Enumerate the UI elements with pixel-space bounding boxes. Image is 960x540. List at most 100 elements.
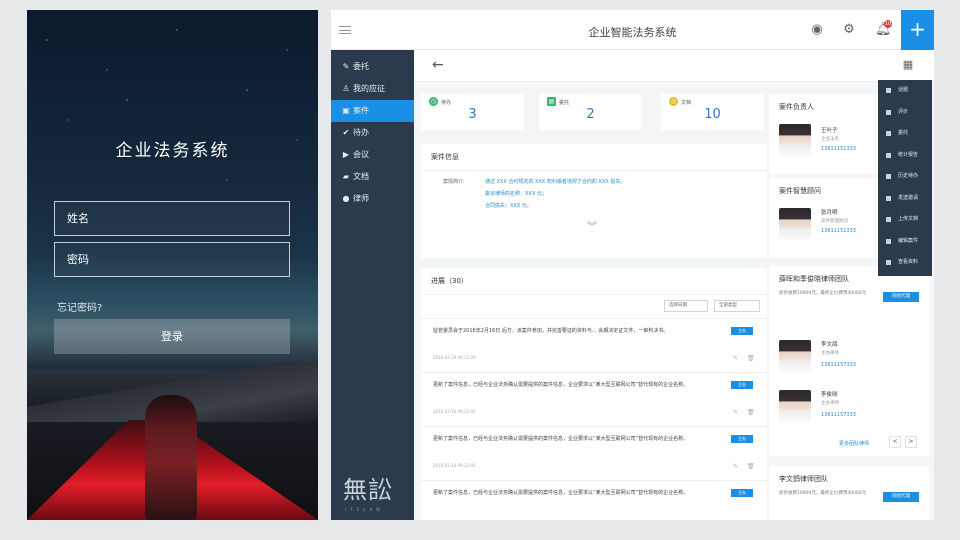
content-toolbar: ← ▦	[414, 50, 934, 82]
sidebar-item-entrust[interactable]: ✎ 委托	[331, 56, 414, 78]
document-icon: ◎	[669, 97, 678, 106]
team-fee-desc: 初步收费10000元，最终止价费用40000元	[779, 491, 867, 496]
stat-card-documents[interactable]: ◎ 文档 10	[661, 94, 764, 130]
sidebar-item-label: 会议	[353, 150, 369, 159]
stat-value: 3	[468, 107, 477, 122]
more-lawyers-link[interactable]: 更多团队律师	[839, 440, 869, 447]
progress-item: 更新了案件信息，已经与企业法务确认需要提供的案件信息，企业要求以“某大型互联网公…	[421, 372, 767, 426]
menu-item-upload-doc[interactable]: 上传文档	[878, 209, 932, 231]
case-brief-line: 委派律师的名称：XXX 元；	[485, 191, 547, 197]
entrust-icon: ▤	[547, 97, 556, 106]
sidebar-item-label: 案件	[353, 106, 369, 115]
stat-label: 委托	[559, 100, 570, 106]
team-agent-button[interactable]: 同组代理	[883, 492, 919, 502]
desktop-app-window: 企业智能法务系统 ◉ ⚙ 🔔︎ 10 + ✎ 委托 ♙ 我的应征 ▣ 案件 ✔ 待办 ▶…	[331, 10, 934, 520]
sidebar-item-lawyers[interactable]: ● 律师	[331, 188, 414, 210]
brand-logo: 無訟	[343, 476, 393, 504]
play-icon: ▶	[342, 150, 350, 159]
mobile-login-screen: 企业法务系统 姓名 密码 忘记密码? 登录	[27, 10, 318, 520]
avatar	[779, 390, 811, 422]
progress-time: 2016-02-16 09:12:46	[433, 463, 476, 468]
avatar	[779, 124, 811, 156]
add-button[interactable]: +	[901, 10, 934, 50]
type-filter[interactable]: 全部类型	[714, 300, 760, 312]
action-dropdown-menu: 话题 评价 委托 统计报告 历史待办 发送邀请 上传文档 编辑案件 查看资料	[878, 80, 932, 276]
status-tag: 主办	[731, 489, 753, 497]
status-tag: 主办	[731, 435, 753, 443]
owner-phone: 13611151333	[821, 146, 856, 152]
user-avatar-icon[interactable]: ◉	[809, 22, 825, 38]
stat-value: 2	[586, 107, 595, 122]
progress-time: 2016-02-16 09:12:46	[433, 355, 476, 360]
sidebar-item-documents[interactable]: ▰ 文档	[331, 166, 414, 188]
edit-icon[interactable]: ✎	[733, 463, 738, 470]
team-header: 李文鸽律师团队	[779, 475, 828, 483]
menu-item-evaluate[interactable]: 评价	[878, 102, 932, 124]
progress-text: 更新了案件信息，已经与企业法务确认需要提供的案件信息，企业要求以“某大型互联网公…	[433, 490, 689, 496]
folder-icon: ▰	[342, 172, 350, 181]
menu-item-entrust[interactable]: 委托	[878, 123, 932, 145]
counsel-name: 张月明	[821, 210, 838, 216]
delete-icon[interactable]: 🗑︎	[747, 463, 755, 470]
progress-text: 监管委员会于2016年2月16日 后方，该案件参加，并完善要证的资料与... 会…	[433, 328, 669, 334]
progress-header: 进展（30）	[421, 268, 767, 295]
sidebar-item-label: 律师	[353, 194, 369, 203]
team-agent-button[interactable]: 同组代理	[883, 292, 919, 302]
screenshot-stage: 企业法务系统 姓名 密码 忘记密码? 登录 企业智能法务系统 ◉ ⚙ 🔔︎ 10…	[0, 0, 960, 540]
menu-item-view-info[interactable]: 查看资料	[878, 252, 932, 274]
sidebar-item-label: 文档	[353, 172, 369, 181]
progress-time: 2016-02-16 09:12:46	[433, 409, 476, 414]
sidebar-item-meetings[interactable]: ▶ 会议	[331, 144, 414, 166]
sidebar-item-applications[interactable]: ♙ 我的应征	[331, 78, 414, 100]
stat-value: 10	[704, 107, 721, 122]
edit-icon: ✎	[342, 62, 350, 71]
stat-label: 文档	[681, 100, 692, 106]
next-page-button[interactable]: >	[905, 436, 917, 448]
member-phone: 13611157333	[821, 412, 856, 418]
delete-icon[interactable]: 🗑︎	[747, 355, 755, 362]
settings-gear-icon[interactable]: ⚙	[841, 22, 857, 38]
edit-icon[interactable]: ✎	[733, 409, 738, 416]
user-icon: ♙	[342, 84, 350, 93]
top-bar: 企业智能法务系统 ◉ ⚙ 🔔︎ 10 +	[331, 10, 934, 50]
sidebar-item-label: 委托	[353, 62, 369, 71]
sidebar-item-cases[interactable]: ▣ 案件	[331, 100, 414, 122]
counsel-phone: 13611151333	[821, 228, 856, 234]
avatar	[779, 340, 811, 372]
menu-item-topic[interactable]: 话题	[878, 80, 932, 102]
back-arrow-icon[interactable]: ←	[432, 57, 444, 73]
owner-role: 企业法务	[821, 137, 839, 142]
member-phone: 13611157333	[821, 362, 856, 368]
member-name: 李俊晓	[821, 392, 838, 398]
menu-item-edit-case[interactable]: 编辑案件	[878, 231, 932, 253]
menu-item-send-invite[interactable]: 发送邀请	[878, 188, 932, 210]
todo-icon: ◷	[429, 97, 438, 106]
password-input[interactable]: 密码	[54, 242, 290, 277]
progress-item: 监管委员会于2016年2月16日 后方，该案件参加，并完善要证的资料与... 会…	[421, 318, 767, 372]
lawyer-team-card: 薛晖和季俊晓律师团队 初步收费10000元，最终止价费用40000元 同组代理 …	[769, 266, 929, 456]
stat-card-entrust[interactable]: ▤ 委托 2	[539, 94, 642, 130]
expand-chevron-icon[interactable]: ︾	[587, 218, 597, 233]
forgot-password-link[interactable]: 忘记密码?	[57, 299, 102, 314]
sidebar-item-todo[interactable]: ✔ 待办	[331, 122, 414, 144]
case-brief-line: 合同损失：XXX 元。	[485, 203, 532, 209]
case-brief-line: 通过 XXX 合约规定的 XXX 权利或者违规了合约的 XXX 损失。	[485, 179, 626, 185]
progress-text: 更新了案件信息，已经与企业法务确认需要提供的案件信息，企业要求以“某大型互联网公…	[433, 436, 689, 442]
prev-page-button[interactable]: <	[889, 436, 901, 448]
grid-menu-icon[interactable]: ▦	[901, 58, 915, 72]
edit-icon[interactable]: ✎	[733, 355, 738, 362]
date-filter[interactable]: 选择日期	[664, 300, 708, 312]
delete-icon[interactable]: 🗑︎	[747, 409, 755, 416]
sidebar: ✎ 委托 ♙ 我的应征 ▣ 案件 ✔ 待办 ▶ 会议 ▰ 文档 ● 律师 無訟 ITSLAW	[331, 50, 414, 520]
person-icon: ●	[342, 194, 350, 203]
username-input[interactable]: 姓名	[54, 201, 290, 236]
team-fee-desc: 初步收费10000元，最终止价费用40000元	[779, 291, 867, 296]
counsel-role: 案件管理顾问	[821, 219, 848, 224]
progress-card: 进展（30） 选择日期 全部类型 监管委员会于2016年2月16日 后方，该案件…	[421, 268, 767, 520]
progress-item: 更新了案件信息，已经与企业法务确认需要提供的案件信息，企业要求以“某大型互联网公…	[421, 480, 767, 520]
menu-item-report[interactable]: 统计报告	[878, 145, 932, 167]
menu-item-history-todo[interactable]: 历史待办	[878, 166, 932, 188]
sidebar-item-label: 我的应征	[353, 84, 385, 93]
stat-card-todo[interactable]: ◷ 待办 3	[421, 94, 524, 130]
login-button[interactable]: 登录	[54, 319, 290, 354]
